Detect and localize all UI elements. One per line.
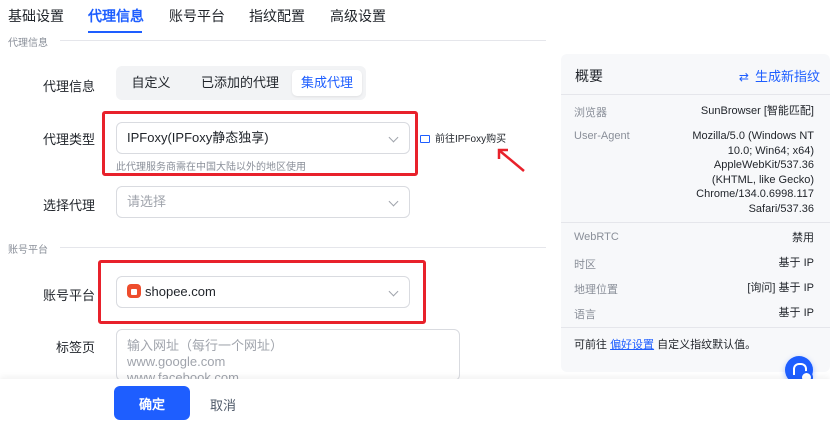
preferences-hint: 可前往 偏好设置 自定义指纹默认值。 bbox=[574, 336, 756, 352]
row-key-webrtc: WebRTC bbox=[574, 231, 619, 243]
tab-advanced[interactable]: 高级设置 bbox=[330, 6, 386, 26]
preferences-hint-suffix: 自定义指纹默认值。 bbox=[657, 339, 757, 351]
select-proxy-placeholder: 请选择 bbox=[127, 194, 167, 209]
preferences-hint-prefix: 可前往 bbox=[574, 339, 607, 351]
row-value-user-agent: Mozilla/5.0 (Windows NT 10.0; Win64; x64… bbox=[692, 129, 814, 216]
chevron-down-icon bbox=[388, 196, 399, 207]
row-value-browser: SunBrowser [智能匹配] bbox=[700, 105, 814, 117]
segment-added-proxy[interactable]: 已添加的代理 bbox=[190, 70, 290, 96]
section-title-account: 账号平台 bbox=[8, 245, 48, 256]
textarea-placeholder-line: 输入网址（每行一个网址） bbox=[127, 338, 284, 353]
panel-divider bbox=[561, 94, 830, 95]
row-value-timezone: 基于 IP bbox=[778, 257, 814, 269]
tab-fingerprint[interactable]: 指纹配置 bbox=[249, 6, 305, 26]
buy-ipfoxy-link[interactable]: 前往IPFoxy购买 bbox=[420, 130, 506, 145]
row-key-geolocation: 地理位置 bbox=[574, 284, 618, 296]
top-tabs: 基础设置 代理信息 账号平台 指纹配置 高级设置 bbox=[0, 0, 560, 34]
panel-divider bbox=[561, 222, 830, 223]
tab-proxy[interactable]: 代理信息 bbox=[88, 6, 144, 26]
annotation-arrow-icon bbox=[497, 148, 525, 172]
tabs-url-textarea[interactable]: 输入网址（每行一个网址） www.google.com www.facebook… bbox=[116, 329, 460, 381]
shuffle-icon: ⇄ bbox=[738, 70, 749, 84]
platform-label: 账号平台 bbox=[42, 288, 95, 303]
segment-integrated-proxy[interactable]: 集成代理 bbox=[292, 70, 362, 96]
card-icon bbox=[420, 135, 430, 143]
generate-fingerprint-label: 生成新指纹 bbox=[754, 69, 820, 84]
textarea-placeholder-line: www.google.com bbox=[127, 354, 226, 369]
section-divider bbox=[60, 40, 546, 41]
overview-panel: 概要 ⇄ 生成新指纹 浏览器 SunBrowser [智能匹配] User-Age… bbox=[561, 54, 830, 372]
ua-line: Chrome/134.0.6998.117 bbox=[696, 188, 814, 200]
buy-ipfoxy-text: 前往IPFoxy购买 bbox=[435, 134, 507, 145]
highlight-box-platform bbox=[98, 260, 426, 324]
confirm-button[interactable]: 确定 bbox=[114, 386, 190, 420]
row-key-browser: 浏览器 bbox=[574, 107, 607, 119]
ua-line: AppleWebKit/537.36 bbox=[713, 159, 814, 171]
tab-account[interactable]: 账号平台 bbox=[169, 6, 225, 26]
row-value-geolocation: [询问] 基于 IP bbox=[747, 282, 814, 294]
row-key-language: 语言 bbox=[574, 309, 596, 321]
segment-custom[interactable]: 自定义 bbox=[122, 70, 180, 96]
cancel-button[interactable]: 取消 bbox=[210, 395, 236, 414]
section-divider bbox=[60, 247, 546, 248]
select-proxy-dropdown[interactable]: 请选择 bbox=[116, 186, 410, 218]
row-value-language: 基于 IP bbox=[778, 307, 814, 319]
proxy-type-label: 代理类型 bbox=[42, 132, 95, 147]
panel-divider bbox=[561, 327, 830, 328]
row-key-timezone: 时区 bbox=[574, 259, 596, 271]
preferences-link[interactable]: 偏好设置 bbox=[610, 339, 654, 351]
active-tab-indicator bbox=[88, 31, 142, 33]
ua-line: Mozilla/5.0 (Windows NT bbox=[692, 130, 814, 142]
proxy-info-label: 代理信息 bbox=[42, 79, 95, 94]
ua-line: 10.0; Win64; x64) bbox=[727, 144, 814, 157]
tabs-label: 标签页 bbox=[55, 340, 95, 355]
generate-fingerprint-button[interactable]: ⇄ 生成新指纹 bbox=[739, 66, 820, 85]
overview-title: 概要 bbox=[575, 68, 603, 84]
select-proxy-label: 选择代理 bbox=[42, 198, 95, 213]
section-title-proxy: 代理信息 bbox=[8, 38, 48, 49]
row-value-webrtc: 禁用 bbox=[792, 232, 814, 244]
proxy-mode-segmented: 自定义 已添加的代理 集成代理 bbox=[116, 66, 366, 100]
row-key-user-agent: User-Agent bbox=[574, 130, 630, 142]
tab-basic[interactable]: 基础设置 bbox=[8, 6, 64, 26]
highlight-box-proxy-type bbox=[102, 111, 418, 176]
ua-line: Safari/537.36 bbox=[748, 202, 814, 215]
ua-line: (KHTML, like Gecko) bbox=[711, 173, 814, 186]
